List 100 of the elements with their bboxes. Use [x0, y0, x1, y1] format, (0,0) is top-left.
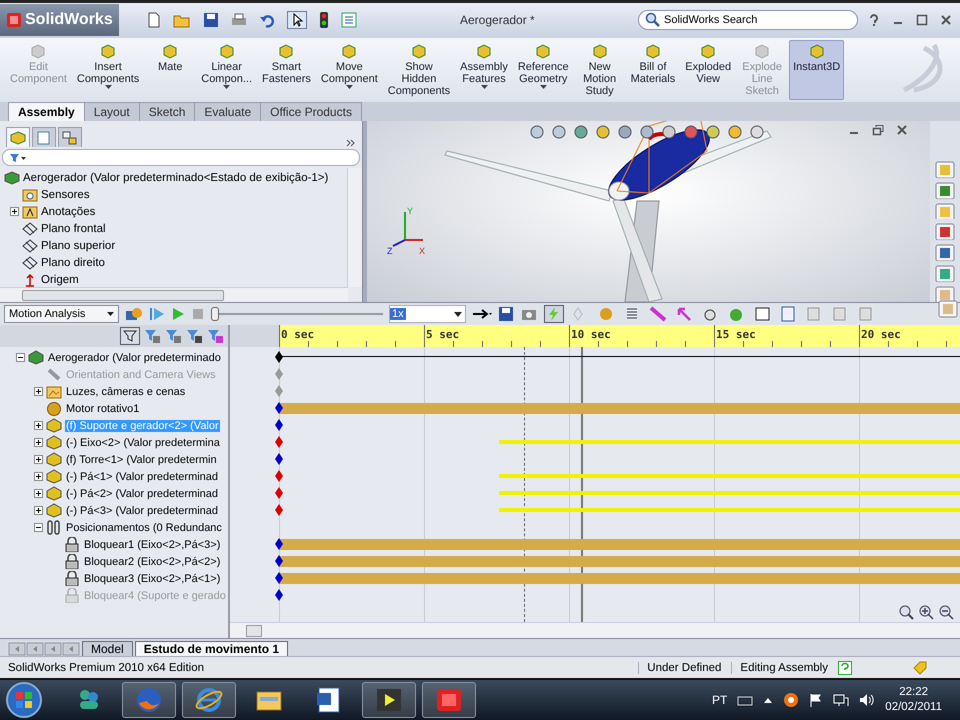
- filter-icon[interactable]: [120, 327, 140, 346]
- configuration-tab[interactable]: [58, 127, 82, 148]
- study-tab[interactable]: Estudo de movimento 1: [134, 641, 288, 656]
- key-point-icon[interactable]: [275, 555, 283, 568]
- zoom-out-icon[interactable]: [938, 604, 954, 620]
- maximize-icon[interactable]: [916, 14, 928, 26]
- key-point-icon[interactable]: [275, 419, 283, 432]
- speaker-icon[interactable]: [859, 693, 876, 707]
- splitter-handle[interactable]: [363, 121, 367, 302]
- tree-item[interactable]: (f) Torre<1> (Valor predetermin: [65, 454, 218, 466]
- network-icon[interactable]: [833, 693, 850, 707]
- tree-item[interactable]: (-) Pá<1> (Valor predeterminad: [65, 470, 220, 483]
- feature-tree-tab[interactable]: [6, 127, 30, 148]
- help-icon[interactable]: [868, 13, 880, 28]
- tab-navigation-drawing[interactable]: [8, 642, 80, 656]
- task-pane-icon[interactable]: [935, 161, 955, 178]
- save-icon[interactable]: [202, 12, 219, 28]
- ribbon-button[interactable]: New Motion Study: [574, 40, 625, 100]
- browser-app-button[interactable]: [122, 682, 176, 718]
- tree-item[interactable]: Aerogerador (Valor predeterminado<Estado de exibição-1>): [23, 172, 328, 184]
- command-tab[interactable]: Office Products: [260, 102, 362, 122]
- app-logo[interactable]: SolidWorks: [0, 4, 119, 36]
- tree-item[interactable]: Plano frontal: [41, 222, 106, 235]
- task-pane-icon[interactable]: [938, 300, 958, 318]
- study-type-dropdown[interactable]: Motion Analysis: [4, 305, 119, 324]
- tree-item[interactable]: Motor rotativo1: [65, 402, 140, 415]
- property-tab[interactable]: [32, 127, 56, 148]
- tree-item[interactable]: Bloquear1 (Eixo<2>,Pá<3>): [83, 538, 222, 551]
- key-point-icon[interactable]: [275, 402, 283, 414]
- expander-icon[interactable]: [34, 438, 43, 448]
- zoom-fit-icon[interactable]: [898, 604, 914, 620]
- lightning-icon[interactable]: [544, 305, 564, 324]
- expander-icon[interactable]: [34, 506, 43, 516]
- flag-icon[interactable]: [809, 693, 824, 707]
- tree-item[interactable]: (-) Pá<3> (Valor predeterminad: [65, 504, 220, 517]
- ribbon-button[interactable]: Instant3D: [789, 40, 844, 100]
- tree-item[interactable]: Plano superior: [41, 240, 116, 252]
- traffic-light-icon[interactable]: [318, 11, 329, 30]
- ribbon-button[interactable]: Insert Components: [72, 40, 144, 100]
- help-icon[interactable]: [838, 660, 852, 675]
- study-tab[interactable]: Model: [82, 641, 133, 656]
- task-pane-icon[interactable]: [935, 264, 955, 282]
- task-pane-icon[interactable]: [935, 244, 955, 261]
- close-icon[interactable]: [940, 14, 952, 26]
- calculate-icon[interactable]: [125, 306, 143, 322]
- tree-item[interactable]: Luzes, câmeras e cenas: [65, 386, 186, 398]
- scrollbar[interactable]: [230, 622, 960, 638]
- ribbon-button[interactable]: Linear Compon...: [197, 40, 256, 100]
- tree-item[interactable]: Origem: [41, 274, 79, 286]
- time-slider[interactable]: [211, 307, 383, 322]
- task-pane-icon[interactable]: [935, 223, 955, 240]
- play-from-start-icon[interactable]: [149, 306, 165, 322]
- ribbon-button[interactable]: Bill of Materials: [626, 40, 680, 100]
- key-point-icon[interactable]: [275, 351, 283, 364]
- expander-icon[interactable]: [16, 353, 25, 362]
- ribbon-button[interactable]: Reference Geometry: [514, 40, 573, 100]
- task-pane-icon[interactable]: [935, 286, 955, 302]
- ribbon-button[interactable]: Mate: [145, 40, 196, 100]
- tray-expand-icon[interactable]: [763, 696, 774, 704]
- browser-app-button[interactable]: [182, 682, 236, 718]
- keyboard-icon[interactable]: [737, 694, 754, 706]
- tree-item[interactable]: Aerogerador (Valor predeterminado: [47, 352, 222, 364]
- clock-time[interactable]: 22:22: [899, 685, 928, 700]
- save-icon[interactable]: [498, 306, 514, 322]
- tree-item[interactable]: (-) Eixo<2> (Valor predetermina: [65, 436, 221, 449]
- tree-item[interactable]: Posicionamentos (0 Redundanc: [65, 522, 223, 534]
- tree-item[interactable]: Bloquear3 (Eixo<2>,Pá<1>): [83, 572, 222, 585]
- tag-icon[interactable]: [912, 660, 928, 675]
- command-tab[interactable]: Layout: [84, 102, 140, 122]
- scrollbar[interactable]: [347, 168, 362, 288]
- start-button-icon[interactable]: [4, 680, 44, 720]
- task-pane-icon[interactable]: [935, 182, 955, 199]
- expander-icon[interactable]: [10, 207, 19, 216]
- command-tab[interactable]: Evaluate: [194, 102, 262, 122]
- key-point-icon[interactable]: [275, 538, 283, 550]
- filter-icon[interactable]: [185, 327, 203, 346]
- tree-item[interactable]: Bloquear2 (Eixo<2>,Pá<2>): [83, 556, 222, 568]
- playback-speed-dropdown[interactable]: 1x: [389, 305, 466, 324]
- filter-field[interactable]: [2, 149, 360, 166]
- ribbon-button[interactable]: Exploded View: [681, 40, 736, 100]
- solidworks-app-button[interactable]: [422, 682, 476, 718]
- expander-icon[interactable]: [34, 421, 43, 430]
- task-pane-icon[interactable]: [935, 202, 955, 220]
- pointer-icon[interactable]: [286, 11, 307, 30]
- language-indicator[interactable]: PT: [712, 693, 728, 707]
- clock-date[interactable]: 02/02/2011: [885, 700, 942, 715]
- restore-icon[interactable]: [872, 124, 884, 136]
- ribbon-button[interactable]: Move Component: [316, 40, 382, 100]
- search-input[interactable]: SolidWorks Search: [664, 14, 844, 26]
- search-field[interactable]: SolidWorks Search: [638, 10, 858, 30]
- undo-icon[interactable]: [258, 12, 275, 28]
- expander-icon[interactable]: [34, 523, 43, 532]
- zoom-in-icon[interactable]: [918, 604, 934, 620]
- key-point-icon[interactable]: [275, 572, 283, 584]
- ribbon-button[interactable]: Show Hidden Components: [384, 40, 454, 100]
- tree-item[interactable]: Anotações: [41, 206, 96, 218]
- scrollbar[interactable]: [0, 287, 348, 302]
- expander-icon[interactable]: [34, 455, 43, 464]
- tree-item[interactable]: Plano direito: [41, 256, 105, 269]
- key-point-icon[interactable]: [275, 453, 283, 466]
